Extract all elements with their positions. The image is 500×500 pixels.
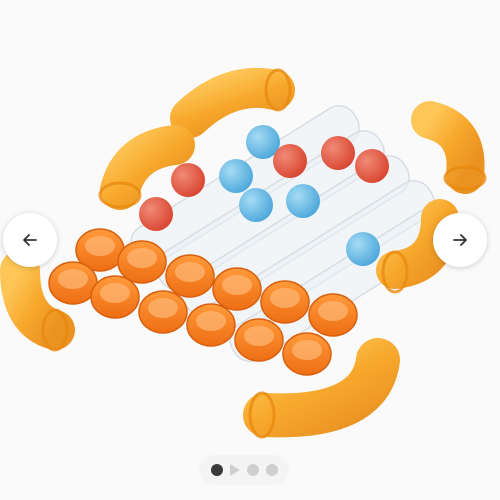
pagination-dot-4[interactable]	[265, 464, 278, 476]
product-photo	[0, 0, 500, 500]
arrow-right-icon	[453, 234, 467, 246]
arrow-left-icon	[23, 234, 37, 246]
next-image-button[interactable]	[433, 213, 487, 267]
video-play-icon[interactable]	[229, 464, 240, 476]
product-image-viewer	[0, 0, 500, 500]
gallery-pagination	[199, 455, 289, 485]
previous-image-button[interactable]	[3, 213, 57, 267]
pagination-dot-3[interactable]	[246, 464, 259, 476]
pagination-dot-1[interactable]	[210, 464, 223, 476]
